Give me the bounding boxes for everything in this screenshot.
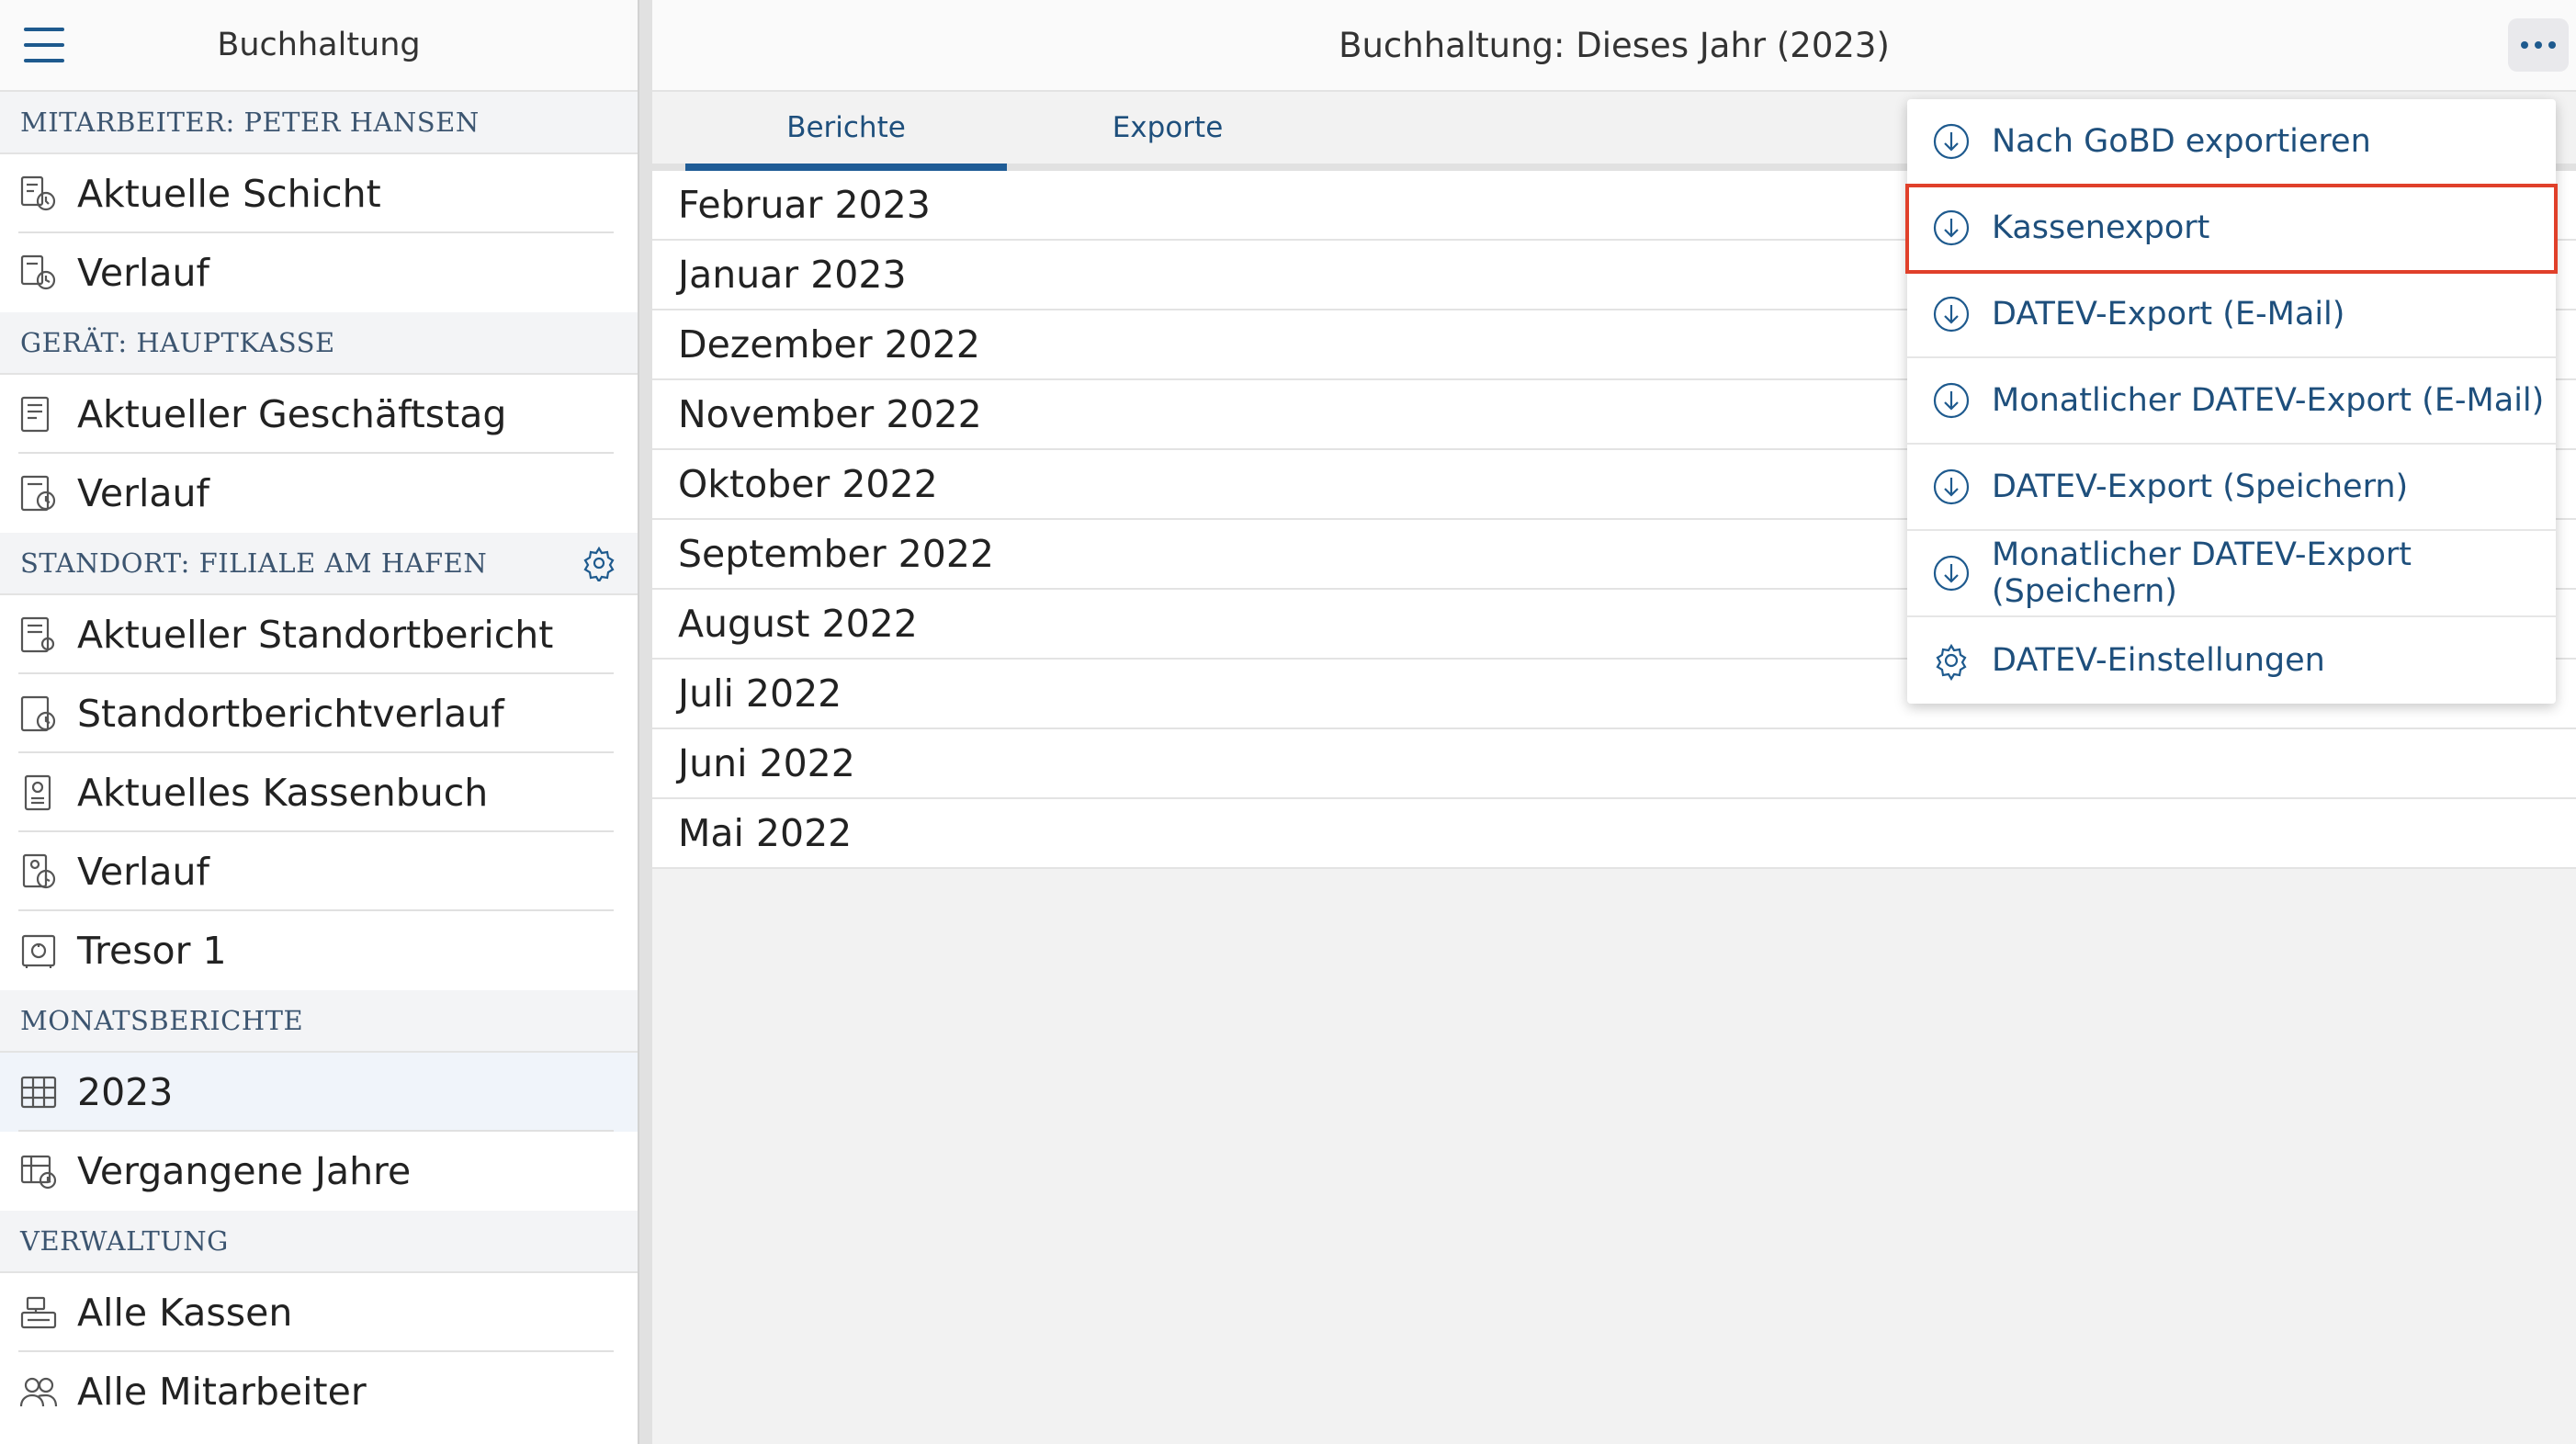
cashbook-icon bbox=[24, 774, 51, 811]
sidebar-item-label: Alle Mitarbeiter bbox=[77, 1370, 367, 1414]
menu-item-gobd-export[interactable]: Nach GoBD exportieren bbox=[1907, 99, 2556, 186]
sidebar-item-2023[interactable]: 2023 bbox=[0, 1053, 638, 1132]
section-header-admin: VERWALTUNG bbox=[0, 1211, 638, 1273]
menu-item-cash-register-export[interactable]: Kassenexport bbox=[1905, 184, 2558, 274]
menu-item-label: Monatlicher DATEV-Export (Speichern) bbox=[1992, 536, 2412, 610]
sidebar-item-label: Aktuelle Schicht bbox=[77, 172, 381, 216]
report-icon bbox=[20, 396, 50, 433]
report-icon bbox=[20, 616, 55, 653]
section-header-label: MONATSBERICHTE bbox=[20, 1005, 304, 1036]
sidebar-item-label: Standortberichtverlauf bbox=[77, 692, 504, 736]
menu-item-label: Nach GoBD exportieren bbox=[1992, 123, 2371, 160]
download-icon bbox=[1933, 296, 1970, 333]
section-header-device: GERÄT: HAUPTKASSE bbox=[0, 312, 638, 375]
menu-item-datev-export-save[interactable]: DATEV-Export (Speichern) bbox=[1907, 445, 2556, 531]
gear-icon[interactable] bbox=[581, 545, 617, 581]
sidebar-item-current-shift[interactable]: Aktuelle Schicht bbox=[0, 154, 638, 233]
sidebar-item-label: Vergangene Jahre bbox=[77, 1149, 412, 1193]
sidebar-item-current-location-report[interactable]: Aktueller Standortbericht bbox=[0, 595, 638, 674]
sidebar-item-past-years[interactable]: Vergangene Jahre bbox=[0, 1132, 638, 1211]
menu-item-label: Monatlicher DATEV-Export (E-Mail) bbox=[1992, 382, 2545, 419]
menu-item-monthly-datev-export-save[interactable]: Monatlicher DATEV-Export (Speichern) bbox=[1907, 531, 2556, 617]
menu-item-label: DATEV-Export (Speichern) bbox=[1992, 468, 2409, 505]
calendar-history-icon bbox=[20, 1155, 57, 1190]
sidebar-item-label: Aktueller Standortbericht bbox=[77, 613, 554, 657]
sidebar-item-safe[interactable]: Tresor 1 bbox=[0, 911, 638, 990]
sidebar-item-label: Aktueller Geschäftstag bbox=[77, 392, 507, 436]
download-icon bbox=[1933, 382, 1970, 419]
tab-exports[interactable]: Exporte bbox=[1007, 92, 1328, 164]
calendar-icon bbox=[20, 1076, 57, 1109]
list-item-month[interactable]: Mai 2022 bbox=[652, 799, 2576, 869]
sidebar-item-location-report-history[interactable]: Standortberichtverlauf bbox=[0, 674, 638, 753]
history-icon bbox=[22, 853, 56, 889]
pane-divider[interactable] bbox=[638, 0, 652, 1444]
section-header-label: GERÄT: HAUPTKASSE bbox=[20, 327, 335, 358]
history-icon bbox=[20, 475, 56, 512]
sidebar-item-device-history[interactable]: Verlauf bbox=[0, 454, 638, 533]
sidebar-item-cashbook-history[interactable]: Verlauf bbox=[0, 832, 638, 911]
menu-item-label: Kassenexport bbox=[1992, 209, 2210, 246]
sidebar-title: Buchhaltung bbox=[217, 27, 421, 63]
sidebar-header: Buchhaltung bbox=[0, 0, 638, 92]
download-icon bbox=[1933, 123, 1970, 160]
people-icon bbox=[19, 1377, 58, 1407]
more-options-menu: Nach GoBD exportieren Kassenexport DATEV… bbox=[1905, 99, 2558, 704]
sidebar-item-all-employees[interactable]: Alle Mitarbeiter bbox=[0, 1352, 638, 1431]
sidebar-item-employee-history[interactable]: Verlauf bbox=[0, 233, 638, 312]
list-item-month[interactable]: Juni 2022 bbox=[652, 729, 2576, 799]
section-header-label: VERWALTUNG bbox=[20, 1225, 229, 1257]
sidebar-item-label: 2023 bbox=[77, 1070, 174, 1114]
sidebar-item-label: Verlauf bbox=[77, 251, 209, 295]
history-icon bbox=[20, 695, 56, 732]
sidebar-item-current-cashbook[interactable]: Aktuelles Kassenbuch bbox=[0, 753, 638, 832]
main-header: Buchhaltung: Dieses Jahr (2023) bbox=[652, 0, 2576, 92]
section-header-location: STANDORT: FILIALE AM HAFEN bbox=[0, 533, 638, 595]
gear-icon bbox=[1936, 643, 1967, 681]
page-title: Buchhaltung: Dieses Jahr (2023) bbox=[1339, 25, 1890, 65]
sidebar-item-label: Tresor 1 bbox=[77, 929, 227, 973]
section-header-employee: MITARBEITER: PETER HANSEN bbox=[0, 92, 638, 154]
menu-item-label: DATEV-Export (E-Mail) bbox=[1992, 296, 2345, 333]
download-icon bbox=[1933, 555, 1970, 592]
sidebar: Buchhaltung MITARBEITER: PETER HANSEN Ak… bbox=[0, 0, 638, 1444]
menu-item-datev-export-email[interactable]: DATEV-Export (E-Mail) bbox=[1907, 272, 2556, 358]
menu-item-monthly-datev-export-email[interactable]: Monatlicher DATEV-Export (E-Mail) bbox=[1907, 358, 2556, 445]
section-header-label: STANDORT: FILIALE AM HAFEN bbox=[20, 547, 488, 579]
download-icon bbox=[1933, 468, 1970, 505]
tab-reports[interactable]: Berichte bbox=[685, 92, 1007, 171]
register-icon bbox=[20, 1296, 57, 1329]
section-header-label: MITARBEITER: PETER HANSEN bbox=[20, 107, 480, 138]
more-options-icon[interactable] bbox=[2508, 18, 2569, 72]
section-header-monthly: MONATSBERICHTE bbox=[0, 990, 638, 1053]
menu-item-datev-settings[interactable]: DATEV-Einstellungen bbox=[1907, 617, 2556, 704]
sidebar-item-current-business-day[interactable]: Aktueller Geschäftstag bbox=[0, 375, 638, 454]
hamburger-menu-icon[interactable] bbox=[24, 28, 64, 62]
safe-icon bbox=[21, 934, 56, 968]
sidebar-item-label: Alle Kassen bbox=[77, 1291, 293, 1335]
sidebar-item-label: Verlauf bbox=[77, 850, 209, 894]
history-icon bbox=[20, 254, 56, 290]
sidebar-item-label: Aktuelles Kassenbuch bbox=[77, 771, 489, 815]
sidebar-item-all-registers[interactable]: Alle Kassen bbox=[0, 1273, 638, 1352]
sidebar-item-label: Verlauf bbox=[77, 471, 209, 515]
menu-item-label: DATEV-Einstellungen bbox=[1992, 642, 2325, 679]
download-icon bbox=[1933, 209, 1970, 246]
shift-icon bbox=[20, 175, 56, 211]
